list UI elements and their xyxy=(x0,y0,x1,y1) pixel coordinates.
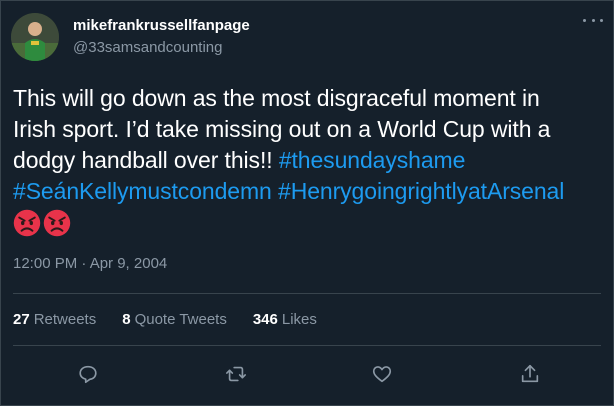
likes-label: Likes xyxy=(281,311,317,328)
hashtag-link[interactable]: #SeánKellymustcondemn xyxy=(13,178,272,204)
display-name[interactable]: mikefrankrussellfanpage xyxy=(73,16,250,36)
angry-face-icon xyxy=(43,209,71,237)
tweet-text: This will go down as the most disgracefu… xyxy=(13,83,605,207)
emoji-row xyxy=(13,209,71,237)
share-icon[interactable] xyxy=(515,359,545,389)
tweet-card: mikefrankrussellfanpage @33samsandcounti… xyxy=(0,0,614,406)
avatar[interactable] xyxy=(11,13,59,61)
hashtag-link[interactable]: #HenrygoingrightlyatArsenal xyxy=(278,178,564,204)
quotes-label: Quote Tweets xyxy=(134,311,227,328)
angry-face-icon xyxy=(13,209,41,237)
like-icon[interactable] xyxy=(367,359,397,389)
quotes-count: 8 xyxy=(122,311,131,328)
tweet-text-line-1: This will go down as the most disgracefu… xyxy=(13,85,540,111)
tweet-text-line-2: Irish sport. I’d take missing out on a W… xyxy=(13,116,551,142)
player-avatar-icon xyxy=(11,13,59,61)
tweet-header: mikefrankrussellfanpage @33samsandcounti… xyxy=(11,13,250,61)
tweet-timestamp[interactable]: 12:00 PM · Apr 9, 2004 xyxy=(13,255,167,272)
author-names: mikefrankrussellfanpage @33samsandcounti… xyxy=(73,16,250,58)
retweets-count: 27 xyxy=(13,311,30,328)
more-options-icon[interactable] xyxy=(583,15,603,25)
retweets-stat[interactable]: 27 Retweets xyxy=(13,311,96,328)
divider xyxy=(13,345,601,346)
hashtag-link[interactable]: #thesundayshame xyxy=(279,147,466,173)
handle[interactable]: @33samsandcounting xyxy=(73,38,250,58)
retweet-icon[interactable] xyxy=(221,359,251,389)
tweet-stats: 27 Retweets 8 Quote Tweets 346 Likes xyxy=(13,311,317,328)
divider xyxy=(13,293,601,294)
tweet-text-line-3: dodgy handball over this!! xyxy=(13,147,279,173)
likes-count: 346 xyxy=(252,311,278,328)
likes-stat[interactable]: 346 Likes xyxy=(253,311,317,328)
tweet-actions xyxy=(1,359,613,389)
reply-icon[interactable] xyxy=(73,359,103,389)
retweets-label: Retweets xyxy=(33,311,97,328)
quote-tweets-stat[interactable]: 8 Quote Tweets xyxy=(122,311,227,328)
